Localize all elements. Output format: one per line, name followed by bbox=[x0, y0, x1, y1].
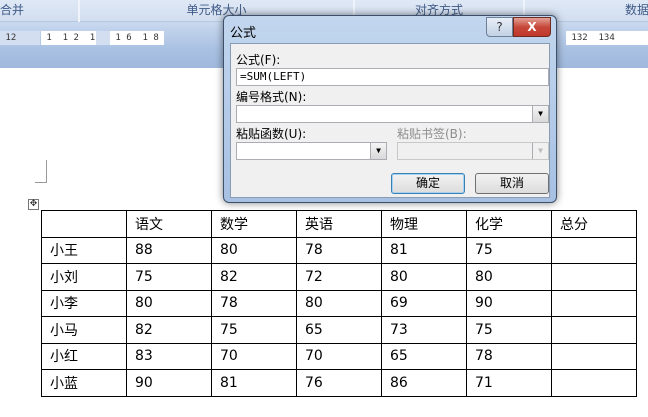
table-row: 小蓝 90 81 76 86 71 bbox=[41, 369, 637, 397]
student-name-cell[interactable]: 小蓝 bbox=[41, 369, 127, 397]
score-cell[interactable]: 80 bbox=[296, 289, 382, 317]
score-cell[interactable]: 65 bbox=[296, 316, 382, 344]
ribbon-group-data[interactable]: 数据 bbox=[570, 0, 648, 22]
score-cell[interactable]: 80 bbox=[466, 263, 552, 291]
score-cell[interactable]: 90 bbox=[126, 369, 212, 397]
score-cell[interactable]: 69 bbox=[381, 289, 467, 317]
score-cell[interactable]: 76 bbox=[296, 369, 382, 397]
formula-dialog: 公式 ? X 公式(F): =SUM(LEFT) 编号格式(N): ▼ 粘贴函数… bbox=[223, 15, 557, 203]
header-cell[interactable]: 数学 bbox=[211, 210, 297, 238]
header-cell[interactable]: 化学 bbox=[466, 210, 552, 238]
score-cell[interactable] bbox=[551, 263, 637, 291]
score-cell[interactable]: 78 bbox=[211, 289, 297, 317]
paste-function-label: 粘贴函数(U): bbox=[236, 127, 307, 141]
ruler-left[interactable]: 12 bbox=[0, 31, 40, 45]
paste-bookmark-select: ▼ bbox=[397, 142, 549, 160]
header-cell[interactable] bbox=[41, 210, 127, 238]
score-cell[interactable]: 80 bbox=[211, 236, 297, 264]
score-cell[interactable]: 83 bbox=[126, 342, 212, 370]
header-cell[interactable]: 物理 bbox=[381, 210, 467, 238]
score-cell[interactable]: 70 bbox=[296, 342, 382, 370]
score-cell[interactable] bbox=[551, 316, 637, 344]
score-cell[interactable]: 81 bbox=[211, 369, 297, 397]
page-corner-mark bbox=[35, 160, 47, 183]
ruler-right[interactable]: 132 134 bbox=[566, 31, 648, 45]
formula-input[interactable]: =SUM(LEFT) bbox=[236, 68, 549, 86]
score-cell[interactable]: 78 bbox=[296, 236, 382, 264]
number-format-label: 编号格式(N): bbox=[236, 90, 307, 104]
score-cell[interactable]: 75 bbox=[211, 316, 297, 344]
ruler-segment[interactable]: 1 6 1 8 bbox=[110, 31, 164, 45]
cancel-button[interactable]: 取消 bbox=[475, 173, 549, 194]
header-cell[interactable]: 总分 bbox=[551, 210, 637, 238]
score-cell[interactable]: 75 bbox=[466, 236, 552, 264]
student-name-cell[interactable]: 小刘 bbox=[41, 263, 127, 291]
score-table: 语文 数学 英语 物理 化学 总分 小王 88 80 78 81 75 小刘 75 82 72 80… bbox=[41, 210, 637, 397]
score-cell[interactable]: 75 bbox=[466, 316, 552, 344]
ok-button[interactable]: 确定 bbox=[391, 173, 465, 194]
table-row: 小王 88 80 78 81 75 bbox=[41, 236, 637, 264]
ruler-segment[interactable]: 1 1 2 1 4 bbox=[41, 31, 106, 45]
score-cell[interactable]: 72 bbox=[296, 263, 382, 291]
student-name-cell[interactable]: 小红 bbox=[41, 342, 127, 370]
student-name-cell[interactable]: 小王 bbox=[41, 236, 127, 264]
number-format-select[interactable]: ▼ bbox=[236, 105, 549, 123]
score-cell[interactable]: 78 bbox=[466, 342, 552, 370]
score-cell[interactable]: 81 bbox=[381, 236, 467, 264]
student-name-cell[interactable]: 小马 bbox=[41, 316, 127, 344]
score-cell[interactable] bbox=[551, 342, 637, 370]
score-cell[interactable] bbox=[551, 289, 637, 317]
score-cell[interactable]: 75 bbox=[126, 263, 212, 291]
score-cell[interactable]: 82 bbox=[211, 263, 297, 291]
paste-bookmark-label: 粘贴书签(B): bbox=[397, 127, 467, 141]
paste-function-select[interactable]: ▼ bbox=[236, 142, 387, 160]
table-row: 小红 83 70 70 65 78 bbox=[41, 342, 637, 370]
score-cell[interactable]: 65 bbox=[381, 342, 467, 370]
table-header-row: 语文 数学 英语 物理 化学 总分 bbox=[41, 210, 637, 238]
table-row: 小李 80 78 80 69 90 bbox=[41, 289, 637, 317]
score-cell[interactable]: 82 bbox=[126, 316, 212, 344]
score-cell[interactable] bbox=[551, 369, 637, 397]
score-cell[interactable] bbox=[551, 236, 637, 264]
score-cell[interactable]: 73 bbox=[381, 316, 467, 344]
dialog-body: 公式(F): =SUM(LEFT) 编号格式(N): ▼ 粘贴函数(U): ▼ … bbox=[230, 43, 550, 198]
score-cell[interactable]: 88 bbox=[126, 236, 212, 264]
help-button[interactable]: ? bbox=[486, 17, 513, 37]
header-cell[interactable]: 语文 bbox=[126, 210, 212, 238]
score-cell[interactable]: 80 bbox=[381, 263, 467, 291]
ribbon-group-merge[interactable]: 合并 bbox=[0, 0, 80, 22]
dialog-title: 公式 bbox=[230, 26, 257, 41]
formula-label: 公式(F): bbox=[236, 53, 281, 67]
ruler-column-marker[interactable] bbox=[96, 31, 110, 45]
score-cell[interactable]: 86 bbox=[381, 369, 467, 397]
header-cell[interactable]: 英语 bbox=[296, 210, 382, 238]
student-name-cell[interactable]: 小李 bbox=[41, 289, 127, 317]
score-cell[interactable]: 90 bbox=[466, 289, 552, 317]
score-cell[interactable]: 70 bbox=[211, 342, 297, 370]
score-cell[interactable]: 80 bbox=[126, 289, 212, 317]
table-move-handle-icon[interactable]: ✥ bbox=[28, 199, 39, 210]
chevron-down-icon[interactable]: ▼ bbox=[532, 106, 548, 122]
close-button[interactable]: X bbox=[513, 17, 551, 37]
score-cell[interactable]: 71 bbox=[466, 369, 552, 397]
table-row: 小马 82 75 65 73 75 bbox=[41, 316, 637, 344]
chevron-down-icon: ▼ bbox=[532, 143, 548, 159]
table-row: 小刘 75 82 72 80 80 bbox=[41, 263, 637, 291]
chevron-down-icon[interactable]: ▼ bbox=[370, 143, 386, 159]
